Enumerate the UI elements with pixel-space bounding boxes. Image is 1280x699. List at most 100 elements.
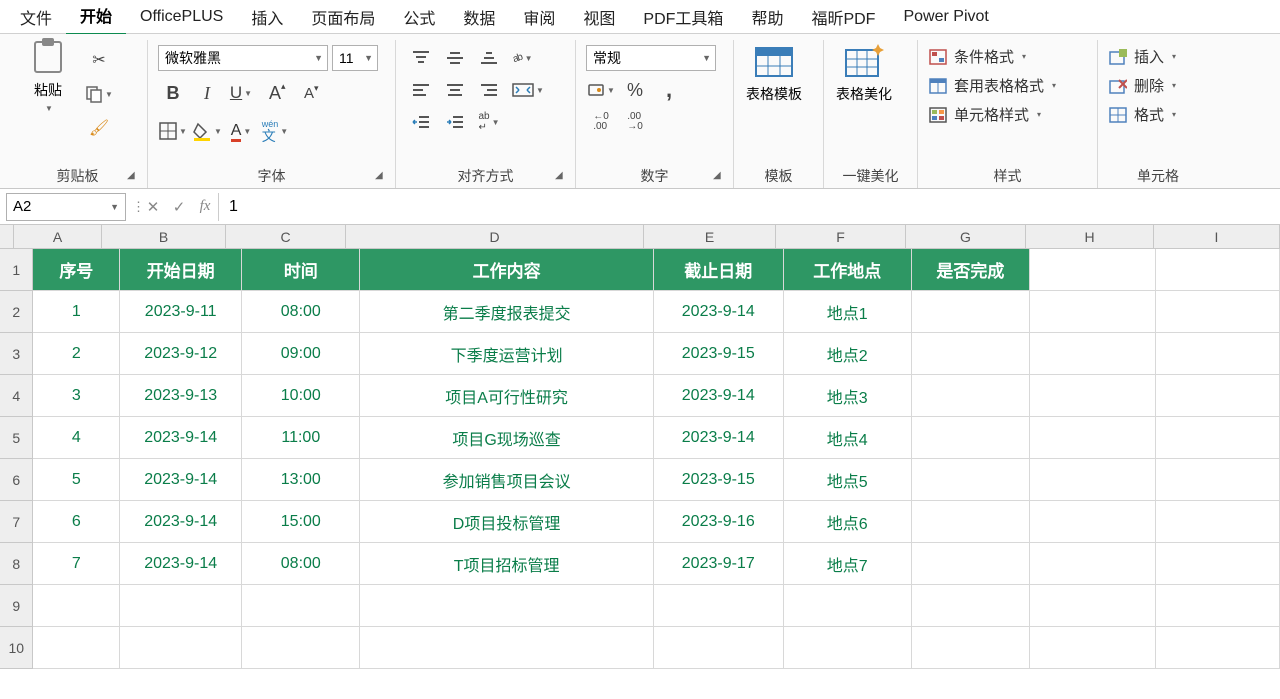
- cell[interactable]: 序号: [33, 249, 120, 291]
- menu-item-7[interactable]: 审阅: [509, 0, 569, 35]
- menu-item-1[interactable]: 开始: [66, 0, 126, 36]
- cell[interactable]: D项目投标管理: [360, 501, 653, 543]
- column-header[interactable]: G: [906, 225, 1026, 249]
- cell[interactable]: 项目G现场巡查: [360, 417, 653, 459]
- menu-item-12[interactable]: Power Pivot: [889, 2, 1002, 32]
- align-center-button[interactable]: [440, 76, 470, 104]
- cell[interactable]: 15:00: [242, 501, 360, 543]
- cell[interactable]: 2023-9-13: [120, 375, 242, 417]
- row-header[interactable]: 3: [0, 333, 33, 375]
- row-header[interactable]: 7: [0, 501, 33, 543]
- cell[interactable]: [33, 585, 120, 627]
- column-header[interactable]: E: [644, 225, 776, 249]
- fill-color-button[interactable]: ▼: [192, 117, 222, 145]
- cell[interactable]: 2023-9-14: [654, 291, 784, 333]
- cell[interactable]: 地点4: [784, 417, 912, 459]
- menu-item-3[interactable]: 插入: [237, 0, 297, 35]
- dialog-launcher-icon[interactable]: ◢: [127, 170, 141, 184]
- underline-button[interactable]: U ▼: [226, 79, 256, 107]
- cell[interactable]: [912, 333, 1030, 375]
- cell[interactable]: [912, 627, 1030, 669]
- align-bottom-button[interactable]: [474, 44, 504, 72]
- cell[interactable]: 2023-9-12: [120, 333, 242, 375]
- cell[interactable]: 项目A可行性研究: [360, 375, 653, 417]
- cell[interactable]: [654, 585, 784, 627]
- cell[interactable]: 10:00: [242, 375, 360, 417]
- font-color-button[interactable]: A ▼: [226, 117, 256, 145]
- cell[interactable]: 2023-9-17: [654, 543, 784, 585]
- cell[interactable]: 5: [33, 459, 120, 501]
- wrap-text-button[interactable]: ab↵▼: [474, 108, 504, 136]
- cell[interactable]: [120, 627, 242, 669]
- dialog-launcher-icon[interactable]: ◢: [375, 170, 389, 184]
- merge-cells-button[interactable]: ▼: [508, 76, 548, 104]
- cell[interactable]: 2023-9-14: [654, 417, 784, 459]
- fx-button[interactable]: fx: [192, 194, 218, 220]
- dialog-launcher-icon[interactable]: ◢: [555, 170, 569, 184]
- font-name-select[interactable]: 微软雅黑 ▼: [158, 45, 328, 71]
- cell[interactable]: [1156, 501, 1280, 543]
- column-header[interactable]: H: [1026, 225, 1154, 249]
- cell[interactable]: [1030, 585, 1156, 627]
- cell[interactable]: 11:00: [242, 417, 360, 459]
- cell[interactable]: 6: [33, 501, 120, 543]
- conditional-format-button[interactable]: 条件格式 ▾: [928, 46, 1087, 67]
- delete-cells-button[interactable]: 删除 ▾: [1108, 75, 1208, 96]
- cell[interactable]: [1030, 333, 1156, 375]
- cell[interactable]: 2023-9-15: [654, 459, 784, 501]
- cell[interactable]: 是否完成: [912, 249, 1030, 291]
- menu-item-6[interactable]: 数据: [449, 0, 509, 35]
- menu-item-8[interactable]: 视图: [569, 0, 629, 35]
- cell[interactable]: [33, 627, 120, 669]
- cell[interactable]: [1156, 585, 1280, 627]
- column-header[interactable]: F: [776, 225, 906, 249]
- table-format-button[interactable]: 套用表格格式 ▾: [928, 75, 1087, 96]
- cell[interactable]: 2: [33, 333, 120, 375]
- cell[interactable]: 下季度运营计划: [360, 333, 653, 375]
- row-header[interactable]: 10: [0, 627, 33, 669]
- paste-button[interactable]: 粘贴 ▼: [18, 42, 78, 106]
- cell[interactable]: 13:00: [242, 459, 360, 501]
- row-header[interactable]: 9: [0, 585, 33, 627]
- row-header[interactable]: 6: [0, 459, 33, 501]
- orientation-button[interactable]: ab▼: [508, 44, 538, 72]
- cell[interactable]: [912, 375, 1030, 417]
- name-box[interactable]: A2 ▼: [6, 193, 126, 221]
- cell[interactable]: [912, 585, 1030, 627]
- row-header[interactable]: 8: [0, 543, 33, 585]
- column-header[interactable]: C: [226, 225, 346, 249]
- align-top-button[interactable]: [406, 44, 436, 72]
- cell[interactable]: [912, 501, 1030, 543]
- increase-decimal-button[interactable]: ←0.00: [586, 108, 616, 136]
- menu-item-5[interactable]: 公式: [389, 0, 449, 35]
- shrink-font-button[interactable]: A▾: [294, 79, 324, 107]
- select-all-corner[interactable]: [0, 225, 14, 249]
- cell[interactable]: [1156, 417, 1280, 459]
- cell[interactable]: 时间: [242, 249, 360, 291]
- grow-font-button[interactable]: A▴: [260, 79, 290, 107]
- cell[interactable]: 地点5: [784, 459, 912, 501]
- cell[interactable]: [1030, 291, 1156, 333]
- column-header[interactable]: B: [102, 225, 226, 249]
- cell[interactable]: 工作内容: [360, 249, 653, 291]
- menu-item-0[interactable]: 文件: [6, 0, 66, 35]
- cell[interactable]: 2023-9-11: [120, 291, 242, 333]
- menu-item-2[interactable]: OfficePLUS: [126, 2, 237, 32]
- cell[interactable]: [1030, 501, 1156, 543]
- row-header[interactable]: 2: [0, 291, 33, 333]
- row-header[interactable]: 4: [0, 375, 33, 417]
- cell[interactable]: 截止日期: [654, 249, 784, 291]
- cell[interactable]: 08:00: [242, 291, 360, 333]
- cell[interactable]: 3: [33, 375, 120, 417]
- font-size-select[interactable]: 11 ▼: [332, 45, 378, 71]
- cell[interactable]: 2023-9-16: [654, 501, 784, 543]
- cell[interactable]: 开始日期: [120, 249, 242, 291]
- copy-button[interactable]: ▼: [84, 80, 114, 108]
- cell[interactable]: [1156, 291, 1280, 333]
- row-header[interactable]: 5: [0, 417, 33, 459]
- cell[interactable]: [360, 627, 653, 669]
- cell[interactable]: [1156, 543, 1280, 585]
- cell[interactable]: [1030, 543, 1156, 585]
- cell[interactable]: 地点1: [784, 291, 912, 333]
- confirm-formula-button[interactable]: ✓: [166, 194, 192, 220]
